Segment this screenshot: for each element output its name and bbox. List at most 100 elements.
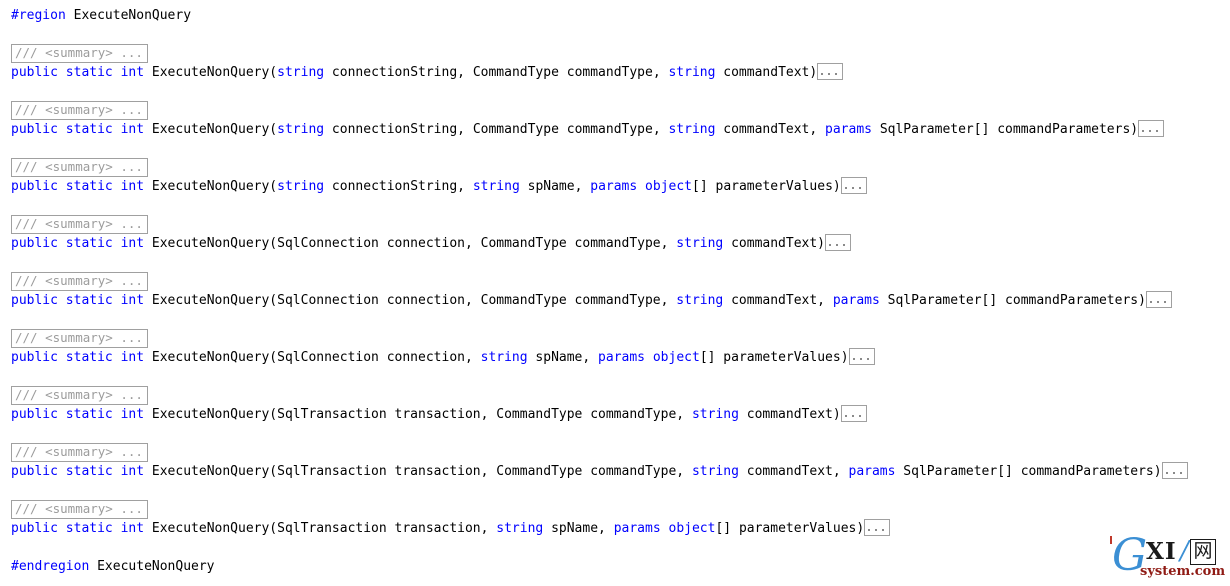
code-keyword: public bbox=[11, 464, 58, 479]
member-list: /// <summary> ... public static int Execu… bbox=[11, 44, 1230, 557]
code-text: ExecuteNonQuery(SqlTransaction transacti… bbox=[144, 407, 692, 422]
xmldoc-summary-row: /// <summary> ... bbox=[11, 272, 1230, 291]
code-keyword: int bbox=[120, 65, 145, 80]
code-text: ExecuteNonQuery(SqlConnection connection… bbox=[144, 236, 677, 251]
collapsed-summary-chip[interactable]: /// <summary> ... bbox=[11, 101, 148, 120]
code-keyword: static bbox=[65, 293, 113, 308]
xmldoc-summary-row: /// <summary> ... bbox=[11, 158, 1230, 177]
xmldoc-summary-row: /// <summary> ... bbox=[11, 329, 1230, 348]
code-keyword: string bbox=[277, 65, 325, 80]
code-text: commandText, bbox=[715, 122, 826, 137]
collapsed-body-chip[interactable] bbox=[840, 405, 867, 422]
code-keyword: public bbox=[11, 293, 58, 308]
code-text: commandText, bbox=[738, 464, 849, 479]
collapsed-body-chip[interactable] bbox=[1145, 291, 1172, 308]
xmldoc-summary-row: /// <summary> ... bbox=[11, 500, 1230, 519]
code-keyword: params bbox=[590, 179, 638, 194]
code-text: ExecuteNonQuery( bbox=[144, 65, 278, 80]
collapsed-body-chip[interactable] bbox=[825, 234, 852, 251]
code-keyword: object bbox=[645, 179, 693, 194]
code-keyword: static bbox=[65, 350, 113, 365]
code-text: [] parameterValues) bbox=[715, 521, 865, 536]
code-keyword: params bbox=[832, 293, 880, 308]
collapsed-summary-chip[interactable]: /// <summary> ... bbox=[11, 329, 148, 348]
collapsed-summary-chip[interactable]: /// <summary> ... bbox=[11, 500, 148, 519]
code-keyword: string bbox=[480, 350, 528, 365]
code-keyword: static bbox=[65, 407, 113, 422]
code-text: commandText) bbox=[723, 236, 826, 251]
code-text: connectionString, CommandType commandTyp… bbox=[324, 122, 669, 137]
method-block: /// <summary> ... public static int Execu… bbox=[11, 44, 1230, 101]
code-keyword: static bbox=[65, 122, 113, 137]
collapsed-body-chip[interactable] bbox=[1161, 462, 1188, 479]
code-text: ExecuteNonQuery( bbox=[144, 122, 278, 137]
code-keyword: int bbox=[120, 293, 145, 308]
region-directive-open: #region ExecuteNonQuery bbox=[11, 6, 1230, 25]
code-keyword: string bbox=[691, 407, 739, 422]
code-text: SqlParameter[] commandParameters) bbox=[879, 293, 1146, 308]
code-keyword: int bbox=[120, 236, 145, 251]
code-text: [] parameterValues) bbox=[692, 179, 841, 194]
method-block: /// <summary> ... public static int Execu… bbox=[11, 386, 1230, 443]
collapsed-summary-chip[interactable]: /// <summary> ... bbox=[11, 158, 148, 177]
collapsed-summary-chip[interactable]: /// <summary> ... bbox=[11, 44, 148, 63]
method-block: /// <summary> ... public static int Execu… bbox=[11, 329, 1230, 386]
collapsed-summary-chip[interactable]: /// <summary> ... bbox=[11, 215, 148, 234]
xmldoc-summary-row: /// <summary> ... bbox=[11, 101, 1230, 120]
code-text: commandText) bbox=[715, 65, 818, 80]
collapsed-body-chip[interactable] bbox=[817, 63, 844, 80]
code-keyword: string bbox=[691, 464, 739, 479]
code-text: ExecuteNonQuery(SqlConnection connection… bbox=[144, 350, 481, 365]
code-keyword: params bbox=[825, 122, 872, 137]
code-keyword: int bbox=[120, 122, 145, 137]
collapsed-body-chip[interactable] bbox=[840, 177, 867, 194]
code-keyword: params bbox=[848, 464, 896, 479]
code-keyword: static bbox=[65, 179, 113, 194]
method-signature-row: public static int ExecuteNonQuery(string… bbox=[11, 63, 1230, 82]
region-name: ExecuteNonQuery bbox=[65, 8, 192, 23]
code-keyword: static bbox=[65, 464, 113, 479]
code-keyword: string bbox=[496, 521, 544, 536]
collapsed-summary-chip[interactable]: /// <summary> ... bbox=[11, 443, 148, 462]
endregion-keyword: #endregion bbox=[11, 559, 90, 574]
code-text: ExecuteNonQuery(SqlTransaction transacti… bbox=[144, 464, 692, 479]
method-block: /// <summary> ... public static int Execu… bbox=[11, 272, 1230, 329]
method-signature-row: public static int ExecuteNonQuery(SqlCon… bbox=[11, 234, 1230, 253]
collapsed-body-chip[interactable] bbox=[848, 348, 875, 365]
code-keyword: string bbox=[277, 122, 325, 137]
code-keyword: object bbox=[668, 521, 716, 536]
collapsed-summary-chip[interactable]: /// <summary> ... bbox=[11, 386, 148, 405]
xmldoc-summary-row: /// <summary> ... bbox=[11, 443, 1230, 462]
collapsed-body-chip[interactable] bbox=[1138, 120, 1165, 137]
code-text: commandText) bbox=[738, 407, 841, 422]
site-watermark-logo: G XI / 网 system.com bbox=[1106, 532, 1226, 582]
method-block: /// <summary> ... public static int Execu… bbox=[11, 215, 1230, 272]
code-keyword: int bbox=[120, 407, 145, 422]
code-text: SqlParameter[] commandParameters) bbox=[872, 122, 1139, 137]
collapsed-body-chip[interactable] bbox=[864, 519, 891, 536]
collapsed-summary-chip[interactable]: /// <summary> ... bbox=[11, 272, 148, 291]
watermark-slash: / bbox=[1180, 536, 1189, 566]
code-keyword: object bbox=[652, 350, 700, 365]
code-keyword: int bbox=[120, 350, 145, 365]
code-keyword: params bbox=[598, 350, 646, 365]
watermark-domain-text: system.com bbox=[1140, 564, 1226, 579]
